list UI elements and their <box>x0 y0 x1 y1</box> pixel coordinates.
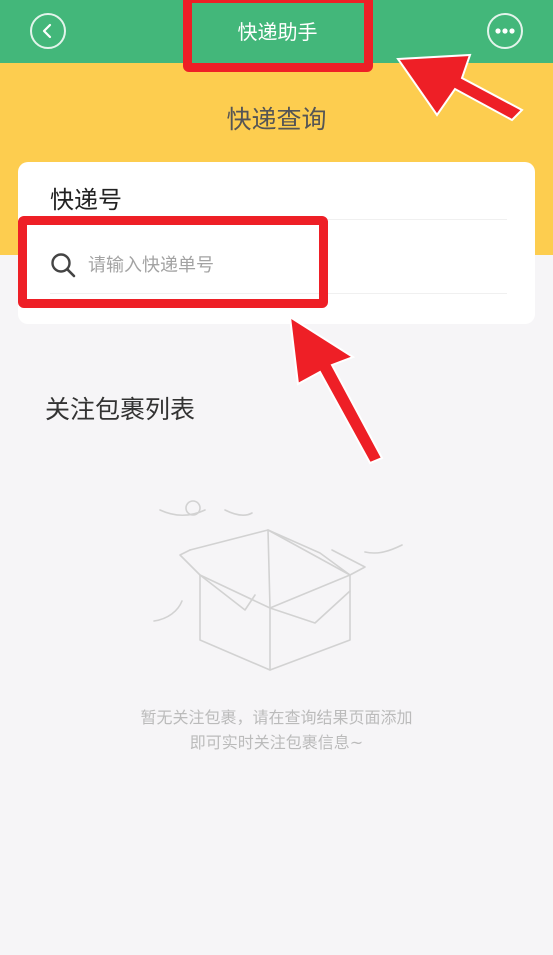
arrow-to-search <box>288 315 384 465</box>
annotation-arrows <box>288 53 524 465</box>
arrow-to-title <box>396 53 524 122</box>
